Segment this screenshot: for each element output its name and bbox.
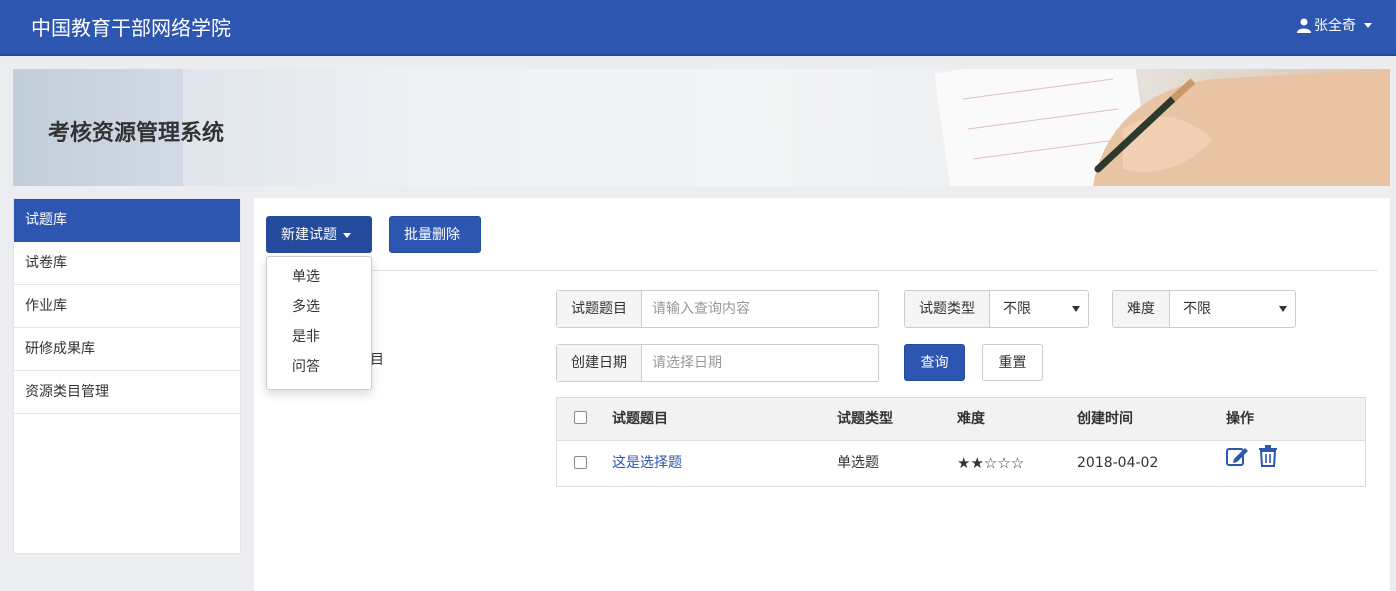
top-navbar: 中国教育干部网络学院 张全奇 — [0, 0, 1396, 56]
difficulty-filter-group: 难度 不限 — [1112, 290, 1296, 328]
title-search-input[interactable]: 请输入查询内容 — [642, 291, 878, 327]
date-filter-group: 创建日期 请选择日期 — [556, 344, 879, 382]
edit-icon[interactable] — [1226, 441, 1250, 486]
header-title[interactable]: 试题题目 — [612, 398, 668, 441]
date-filter-label: 创建日期 — [557, 345, 642, 381]
new-question-menu: 单选 多选 是非 问答 — [266, 256, 372, 390]
header-ops: 操作 — [1226, 411, 1254, 427]
obscured-text: 目 — [370, 352, 384, 368]
difficulty-select-value: 不限 — [1183, 301, 1211, 317]
new-question-label: 新建试题 — [281, 227, 337, 243]
banner-title: 考核资源管理系统 — [48, 121, 225, 146]
menu-item-true-false[interactable]: 是非 — [267, 322, 371, 352]
difficulty-filter-label: 难度 — [1113, 291, 1170, 327]
question-title-link[interactable]: 这是选择题 — [612, 441, 682, 486]
sidebar-item-research-results[interactable]: 研修成果库 — [14, 328, 240, 371]
sidebar-item-question-bank[interactable]: 试题库 — [14, 199, 240, 242]
row-actions — [1226, 441, 1278, 486]
date-picker-input[interactable]: 请选择日期 — [642, 345, 878, 381]
type-filter-group: 试题类型 不限 — [904, 290, 1089, 328]
title-filter-group: 试题题目 请输入查询内容 — [556, 290, 879, 328]
question-type: 单选题 — [837, 455, 879, 471]
table-header: 试题题目 试题类型 难度 创建时间 操作 — [557, 398, 1365, 441]
user-icon — [1297, 18, 1311, 33]
reset-button[interactable]: 重置 — [982, 344, 1043, 381]
menu-item-single-choice[interactable]: 单选 — [267, 262, 371, 292]
banner: 考核资源管理系统 — [13, 69, 1390, 186]
select-arrow-icon — [1072, 306, 1080, 312]
query-button[interactable]: 查询 — [904, 344, 965, 381]
questions-table: 试题题目 试题类型 难度 创建时间 操作 这是选择题 单选题 ★★☆☆☆ 201… — [556, 397, 1366, 487]
type-select[interactable]: 不限 — [990, 291, 1088, 327]
batch-delete-button[interactable]: 批量删除 — [389, 216, 481, 253]
sidebar-item-paper-bank[interactable]: 试卷库 — [14, 242, 240, 285]
difficulty-select[interactable]: 不限 — [1170, 291, 1295, 327]
title-filter-label: 试题题目 — [557, 291, 642, 327]
select-all-checkbox[interactable] — [574, 411, 587, 424]
user-menu[interactable]: 张全奇 — [1297, 15, 1372, 35]
chevron-down-icon — [1364, 22, 1372, 28]
header-difficulty[interactable]: 难度 — [957, 398, 985, 441]
sidebar-item-category-management[interactable]: 资源类目管理 — [14, 371, 240, 414]
menu-item-multiple-choice[interactable]: 多选 — [267, 292, 371, 322]
site-brand[interactable]: 中国教育干部网络学院 — [31, 12, 231, 41]
header-type[interactable]: 试题类型 — [837, 398, 893, 441]
difficulty-stars: ★★☆☆☆ — [957, 454, 1025, 472]
user-name: 张全奇 — [1314, 18, 1356, 34]
main-panel: 新建试题 批量删除 目 单选 多选 是非 问答 试题题目 请输入查询内容 试题类… — [254, 198, 1390, 591]
new-question-button[interactable]: 新建试题 — [266, 216, 372, 253]
caret-down-icon — [343, 232, 351, 238]
select-arrow-icon — [1279, 306, 1287, 312]
type-filter-label: 试题类型 — [905, 291, 990, 327]
menu-item-essay[interactable]: 问答 — [267, 352, 371, 382]
trash-icon[interactable] — [1258, 441, 1278, 486]
created-date: 2018-04-02 — [1077, 455, 1159, 471]
row-checkbox[interactable] — [574, 456, 587, 469]
type-select-value: 不限 — [1003, 301, 1031, 317]
sidebar: 试题库 试卷库 作业库 研修成果库 资源类目管理 — [13, 198, 241, 554]
table-row: 这是选择题 单选题 ★★☆☆☆ 2018-04-02 — [557, 441, 1365, 486]
header-created[interactable]: 创建时间 — [1077, 398, 1133, 441]
toolbar-divider — [266, 270, 1378, 271]
sidebar-item-homework-bank[interactable]: 作业库 — [14, 285, 240, 328]
